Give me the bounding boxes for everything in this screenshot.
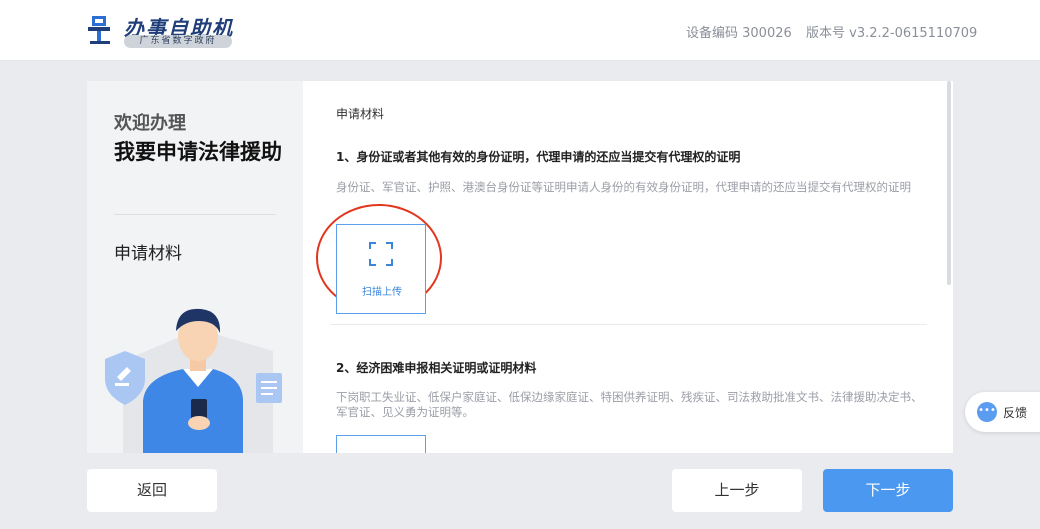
chat-bubble-icon: ••• [977,402,997,422]
scan-icon [369,242,393,266]
scan-upload-label: 扫描上传 [362,287,402,298]
section-title: 申请材料 [336,107,385,121]
main-card: 欢迎办理 我要申请法律援助 申请材料 申请材料 1、身份证或者其他有效的身份证明… [87,81,953,453]
service-name: 我要申请法律援助 [114,140,282,164]
material-item-title: 2、经济困难申报相关证明或证明材料 [336,361,537,375]
logo-icon [88,16,110,44]
header-bar: 办事自助机 广东省数字政府 设备编码 300026 版本号 v3.2.2-061… [0,0,1040,61]
previous-step-button[interactable]: 上一步 [672,469,802,512]
current-step-label: 申请材料 [114,244,182,264]
next-step-button[interactable]: 下一步 [823,469,953,512]
service-sidebar: 欢迎办理 我要申请法律援助 申请材料 [87,81,303,453]
person-phone-illustration [105,308,282,453]
sidebar-divider [114,214,276,215]
version-number: 版本号 v3.2.2-0615110709 [806,26,978,41]
feedback-label: 反馈 [1003,406,1028,420]
app-subtitle: 广东省数字政府 [124,35,232,48]
scan-upload-button[interactable] [336,435,426,453]
material-item-desc: 下岗职工失业证、低保户家庭证、低保边缘家庭证、特困供养证明、残疾证、司法救助批准… [336,390,923,419]
material-item-title: 1、身份证或者其他有效的身份证明，代理申请的还应当提交有代理权的证明 [336,150,741,164]
scan-upload-button[interactable]: 扫描上传 [336,224,426,314]
materials-panel: 申请材料 1、身份证或者其他有效的身份证明，代理申请的还应当提交有代理权的证明 … [303,81,953,453]
back-button[interactable]: 返回 [87,469,217,512]
material-item-desc: 身份证、军官证、护照、港澳台身份证等证明申请人身份的有效身份证明，代理申请的还应… [336,180,911,194]
device-code: 设备编码 300026 [686,26,792,41]
welcome-text: 欢迎办理 [114,113,186,134]
scrollbar[interactable] [947,81,951,285]
feedback-button[interactable]: ••• 反馈 [965,392,1040,432]
item-divider [330,324,927,325]
